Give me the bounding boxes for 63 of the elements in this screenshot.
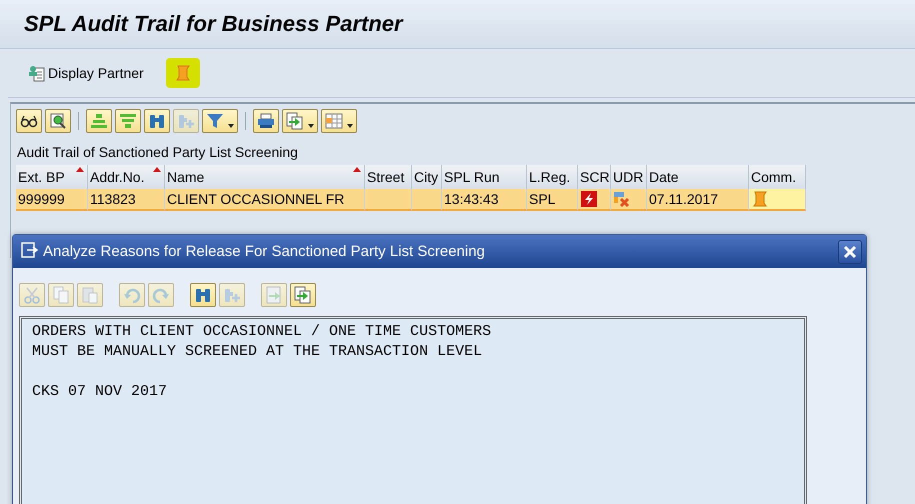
scroll-icon (174, 64, 192, 82)
column-header[interactable]: SCR (578, 165, 611, 189)
find-button[interactable] (190, 283, 216, 307)
copy-icon (52, 286, 70, 304)
window-title: SPL Audit Trail for Business Partner (24, 11, 403, 37)
export-button[interactable] (290, 283, 316, 307)
display-partner-button[interactable]: Display Partner (26, 62, 146, 84)
close-button[interactable] (838, 240, 862, 264)
export-icon (286, 112, 304, 130)
table-cell (365, 189, 412, 211)
dropdown-arrow-icon (228, 124, 234, 128)
column-header[interactable]: Addr.No. (88, 165, 165, 189)
export-icon (294, 286, 312, 304)
find-button[interactable] (144, 109, 170, 133)
comment-button[interactable] (166, 58, 200, 88)
table-cell (412, 189, 442, 211)
table-title: Audit Trail of Sanctioned Party List Screening (17, 144, 299, 160)
reject-icon[interactable] (613, 190, 631, 208)
table-cell: 999999 (16, 189, 88, 211)
sort-ascending-button[interactable] (86, 109, 112, 133)
table-cell: SPL (527, 189, 578, 211)
sort-descending-button[interactable] (115, 109, 141, 133)
table-cell: 113823 (88, 189, 165, 211)
text-line: ORDERS WITH CLIENT OCCASIONNEL / ONE TIME CUSTOMERS (32, 323, 492, 340)
column-header[interactable]: Comm. (749, 165, 806, 189)
column-header[interactable]: Street (365, 165, 412, 189)
table-cell: 07.11.2017 (647, 189, 749, 211)
table-cell: CLIENT OCCASIONNEL FR (165, 189, 365, 211)
sort-ascending-icon (90, 112, 108, 130)
text-editor[interactable]: ORDERS WITH CLIENT OCCASIONNEL / ONE TIME CUSTOMERS MUST BE MANUALLY SCREENED AT THE TRANSACTION LEVEL CKS 07 NOV 2017 (19, 316, 807, 504)
scroll-icon[interactable] (751, 190, 769, 208)
sort-descending-icon (119, 112, 137, 130)
dialog-title: Analyze Reasons for Release For Sanctioned Party List Screening (43, 243, 486, 260)
magnifier-icon (49, 112, 67, 130)
undo-icon (123, 286, 141, 304)
close-icon (843, 244, 857, 258)
printer-icon (257, 112, 275, 130)
export-button[interactable] (282, 109, 318, 133)
dropdown-arrow-icon (308, 124, 314, 128)
redo-icon (152, 286, 170, 304)
column-header[interactable]: UDR (611, 165, 647, 189)
text-line: CKS 07 NOV 2017 (32, 383, 168, 400)
column-header[interactable]: City (412, 165, 442, 189)
paste-icon (81, 286, 99, 304)
scissors-icon (23, 286, 41, 304)
details-button[interactable] (16, 109, 42, 133)
dropdown-arrow-icon (347, 124, 353, 128)
text-line: MUST BE MANUALLY SCREENED AT THE TRANSACTION LEVEL (32, 343, 482, 360)
alert-icon[interactable] (580, 190, 598, 208)
grid-layout-icon (325, 112, 343, 130)
column-header[interactable]: SPL Run (442, 165, 527, 189)
column-header[interactable]: Name (165, 165, 365, 189)
filter-icon (206, 112, 224, 130)
layout-button[interactable] (321, 109, 357, 133)
column-header[interactable]: Ext. BP (16, 165, 88, 189)
print-button[interactable] (253, 109, 279, 133)
table-cell: 13:43:43 (442, 189, 527, 211)
import-icon (265, 286, 283, 304)
filter-button[interactable] (202, 109, 238, 133)
column-header[interactable]: L.Reg. (527, 165, 578, 189)
column-header[interactable]: Date (647, 165, 749, 189)
inspect-button[interactable] (45, 109, 71, 133)
person-card-icon (28, 64, 46, 82)
